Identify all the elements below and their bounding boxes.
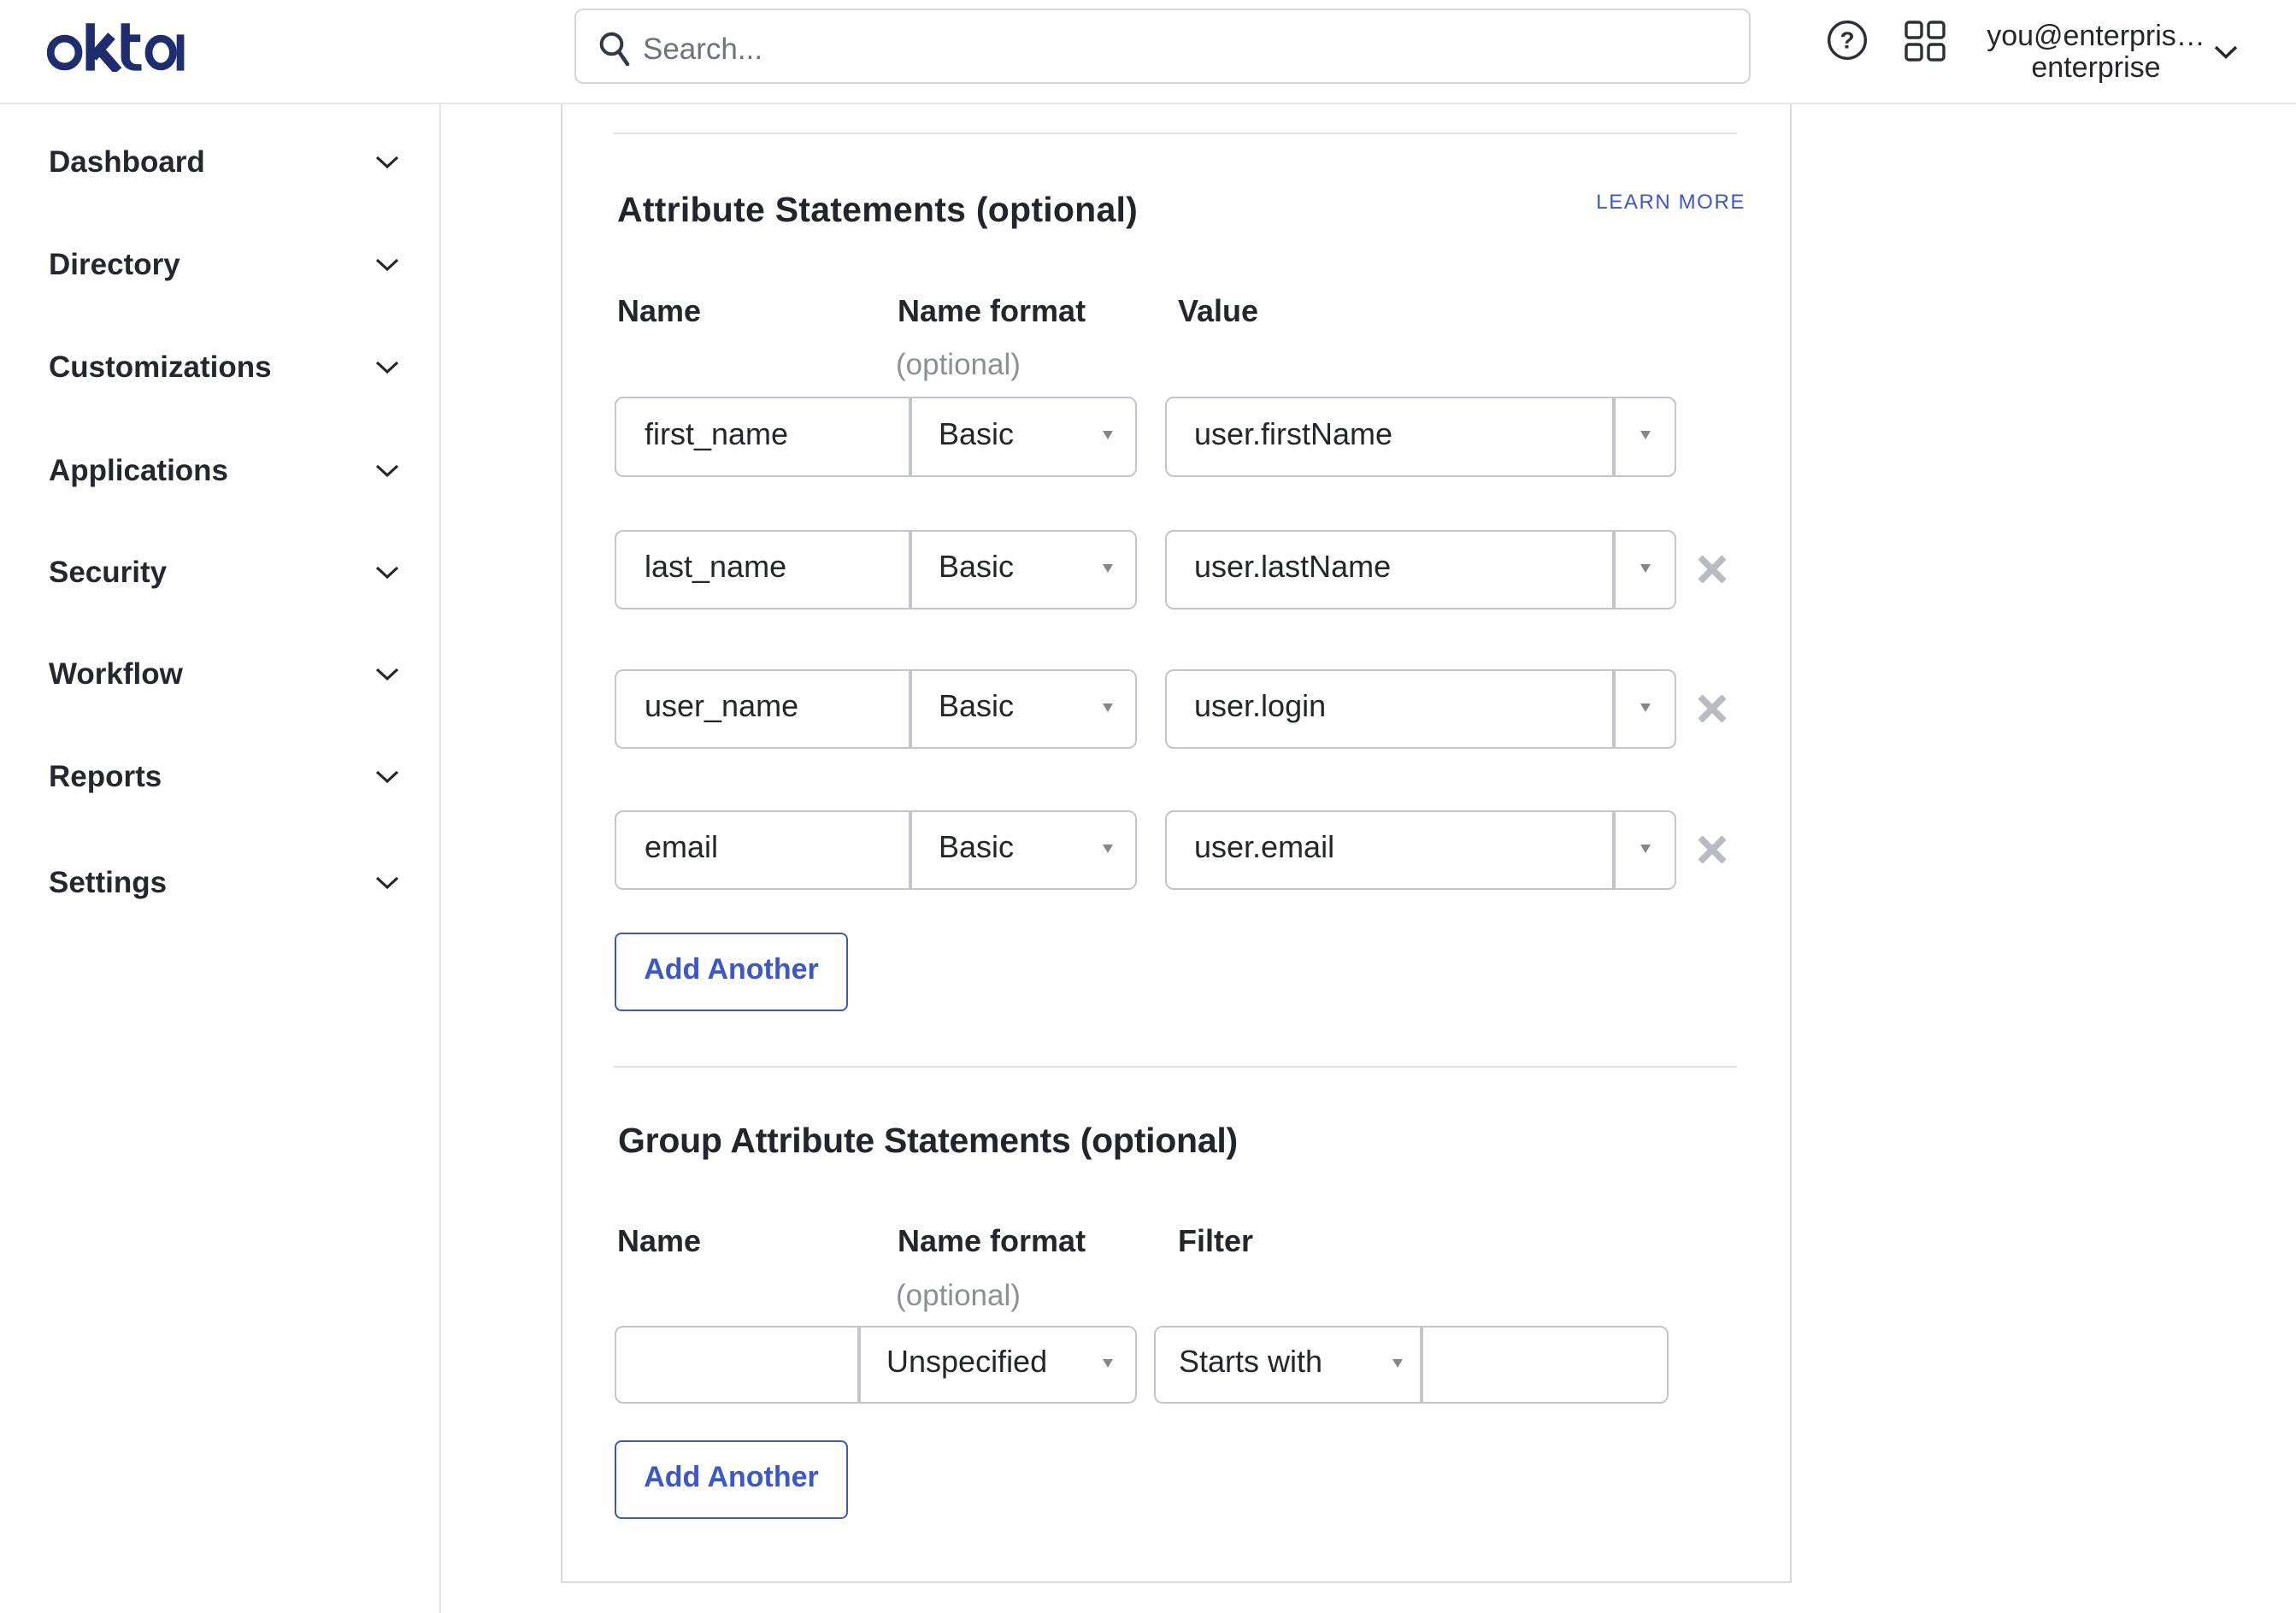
svg-text:?: ?: [1840, 27, 1854, 54]
